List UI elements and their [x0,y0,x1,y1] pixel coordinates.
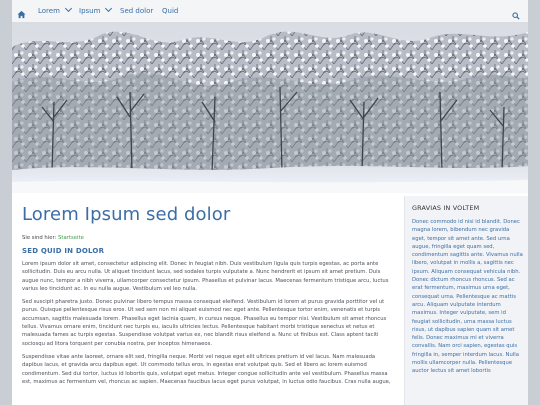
nav-item-label: Lorem [38,7,60,15]
hero-image [12,22,528,193]
sidebar-text: Donec commodo id nisi id blandit. Donec … [412,219,523,375]
page: Lorem Ipsum Sed dolor Quid Lorem Ipsum s… [12,0,528,405]
sidebar: GRAVIAS IN VOLTEM Donec commodo id nisi … [404,196,528,405]
breadcrumb-prefix: Sie sind hier: [22,235,57,241]
chevron-down-icon [64,4,72,13]
paragraph: Lorem ipsum dolor sit amet, consectetur … [22,261,389,292]
page-title: Lorem Ipsum sed dolor [22,204,231,225]
section-heading: SED QUID IN DOLOR [22,247,105,255]
nav-item-sed-dolor[interactable]: Sed dolor [120,0,153,22]
top-nav: Lorem Ipsum Sed dolor Quid [12,0,528,23]
nav-item-label: Quid [162,7,179,15]
breadcrumb: Sie sind hier: Startseite [22,235,394,241]
nav-item-label: Sed dolor [120,7,154,15]
home-icon[interactable] [16,0,30,22]
main-content: Lorem Ipsum sed dolor Sie sind hier: Sta… [22,196,394,386]
chevron-down-icon [105,4,113,13]
sidebar-title: GRAVIAS IN VOLTEM [412,204,480,212]
nav-item-lorem[interactable]: Lorem [38,0,72,22]
nav-item-ipsum[interactable]: Ipsum [79,0,113,22]
nav-item-quid[interactable]: Quid [162,0,178,22]
paragraph: Suspendisse vitae ante laoreet, ornare e… [22,353,391,385]
paragraph: Sed suscipit pharetra justo. Donec pulvi… [22,299,387,347]
search-icon[interactable] [512,0,522,22]
breadcrumb-link-startseite[interactable]: Startseite [58,235,84,241]
nav-item-label: Ipsum [79,7,101,15]
